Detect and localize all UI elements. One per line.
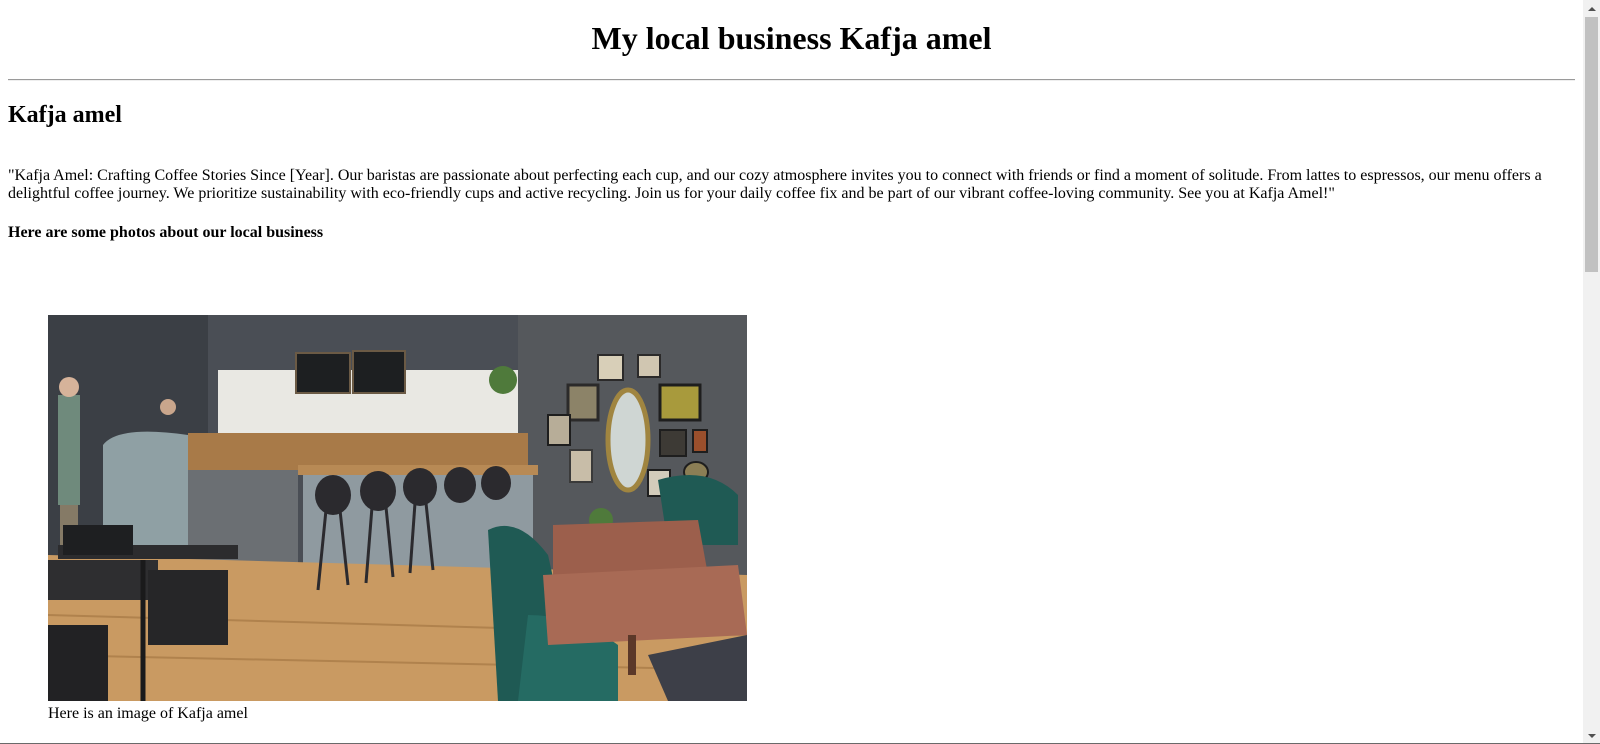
scrollbar-thumb[interactable] (1585, 17, 1598, 272)
photos-heading: Here are some photos about our local bus… (8, 224, 324, 241)
photo-caption: Here is an image of Kafja amel (48, 705, 248, 722)
scroll-up-arrow-icon[interactable] (1583, 0, 1600, 17)
vertical-scrollbar[interactable] (1583, 0, 1600, 744)
page-body: My local business Kafja amel Kafja amel … (0, 0, 1583, 744)
business-description: "Kafja Amel: Crafting Coffee Stories Sin… (8, 167, 1542, 202)
cafe-interior-photo (48, 315, 747, 701)
horizontal-rule (8, 79, 1575, 81)
scroll-down-arrow-icon[interactable] (1583, 727, 1600, 744)
cafe-photo-figure (48, 315, 747, 701)
business-name-heading: Kafja amel (8, 102, 122, 128)
page-title: My local business Kafja amel (591, 20, 992, 56)
